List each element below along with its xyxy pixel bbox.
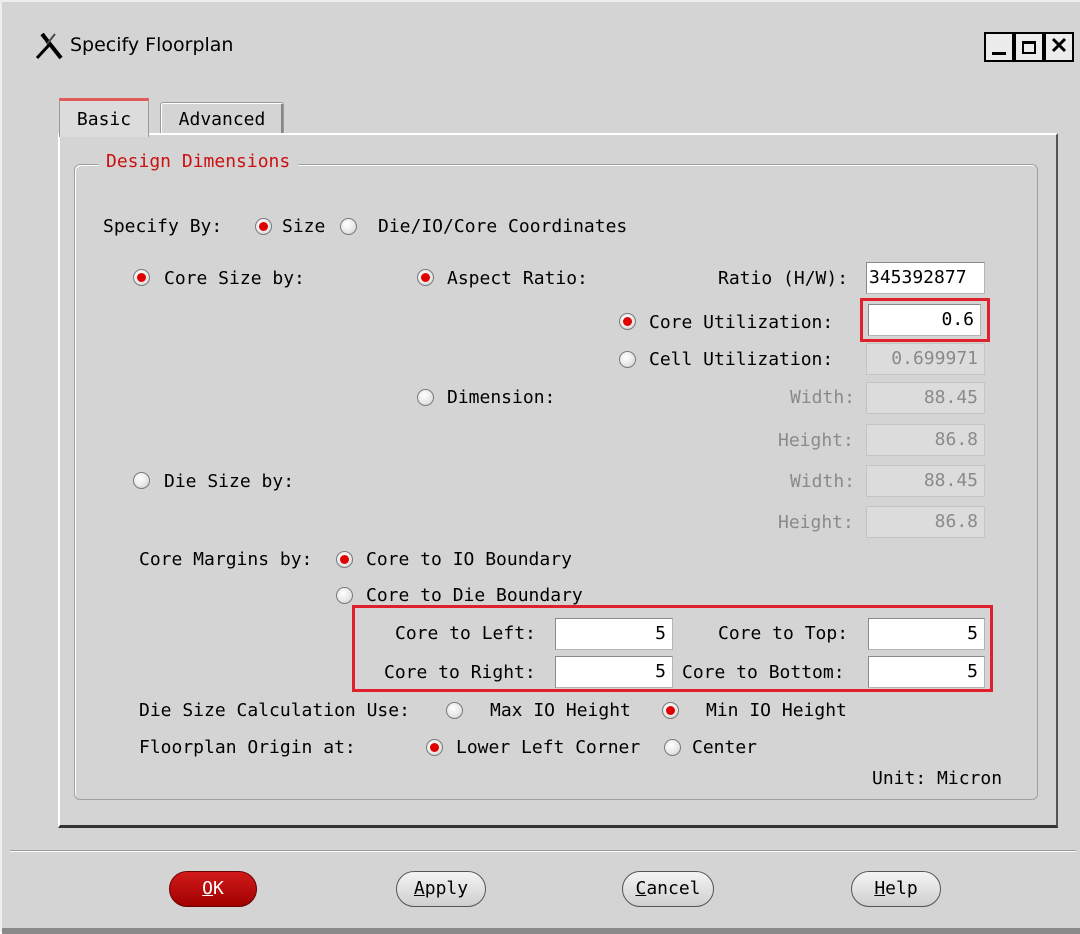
- button-separator: [10, 850, 1076, 852]
- die-size-by-label[interactable]: Die Size by:: [164, 471, 294, 493]
- minimize-button[interactable]: [984, 32, 1014, 62]
- core-to-top-input[interactable]: 5: [868, 618, 985, 650]
- dialog-window: Specify Floorplan Basic Advanced Design …: [0, 0, 1080, 934]
- center-radio[interactable]: [664, 739, 681, 756]
- window-title: Specify Floorplan: [70, 34, 234, 56]
- floorplan-origin-label: Floorplan Origin at:: [139, 737, 356, 758]
- tab-basic-label: Basic: [76, 109, 132, 130]
- cell-utilization-radio[interactable]: [619, 351, 636, 368]
- cell-utilization-label[interactable]: Cell Utilization:: [649, 349, 833, 371]
- dimension-height-input[interactable]: 86.8: [866, 424, 985, 456]
- aspect-ratio-label[interactable]: Aspect Ratio:: [447, 268, 588, 290]
- die-size-by-radio[interactable]: [133, 472, 150, 489]
- tab-advanced[interactable]: Advanced: [160, 102, 284, 135]
- die-width-input[interactable]: 88.45: [866, 465, 985, 497]
- close-icon: [1051, 37, 1067, 58]
- min-io-height-radio[interactable]: [662, 702, 679, 719]
- core-to-right-input[interactable]: 5: [555, 656, 673, 688]
- help-button[interactable]: Help: [851, 871, 941, 907]
- core-margins-label: Core Margins by:: [139, 549, 313, 570]
- max-io-height-radio[interactable]: [446, 702, 463, 719]
- specify-by-label: Specify By:: [103, 216, 223, 237]
- core-to-io-label[interactable]: Core to IO Boundary: [366, 549, 572, 571]
- dimension-width-label: Width:: [790, 387, 856, 408]
- title-bar[interactable]: Specify Floorplan: [10, 10, 1074, 82]
- specify-by-coordinates-radio[interactable]: [340, 218, 357, 235]
- core-utilization-radio[interactable]: [619, 313, 636, 330]
- core-to-bottom-input[interactable]: 5: [868, 656, 985, 688]
- specify-by-size-label[interactable]: Size: [282, 216, 325, 238]
- close-button[interactable]: [1044, 32, 1074, 62]
- core-to-die-label[interactable]: Core to Die Boundary: [366, 585, 583, 607]
- center-label[interactable]: Center: [692, 737, 757, 759]
- die-size-calc-label: Die Size Calculation Use:: [139, 700, 410, 721]
- window-bottom-edge: [2, 928, 1080, 934]
- core-size-by-label[interactable]: Core Size by:: [164, 268, 305, 290]
- cancel-button[interactable]: Cancel: [622, 871, 714, 907]
- ratio-label: Ratio (H/W):: [718, 268, 849, 289]
- group-title: Design Dimensions: [98, 151, 299, 172]
- specify-by-coordinates-label[interactable]: Die/IO/Core Coordinates: [378, 216, 627, 238]
- x-logo-icon: [34, 31, 64, 61]
- ok-button[interactable]: OK: [169, 871, 257, 907]
- max-io-height-label[interactable]: Max IO Height: [490, 700, 631, 722]
- die-height-label: Height:: [778, 512, 854, 533]
- dimension-radio[interactable]: [417, 389, 434, 406]
- die-width-label: Width:: [790, 471, 856, 492]
- minimize-icon: [992, 51, 1006, 55]
- core-to-top-label: Core to Top:: [718, 623, 849, 644]
- core-utilization-input[interactable]: 0.6: [868, 304, 981, 336]
- maximize-button[interactable]: [1014, 32, 1044, 62]
- core-to-left-input[interactable]: 5: [555, 618, 673, 650]
- core-to-right-label: Core to Right:: [384, 662, 536, 683]
- apply-button[interactable]: Apply: [396, 871, 486, 907]
- core-to-left-label: Core to Left:: [395, 623, 536, 644]
- ratio-input[interactable]: 345392877: [866, 262, 985, 294]
- die-height-input[interactable]: 86.8: [866, 506, 985, 538]
- specify-by-size-radio[interactable]: [255, 218, 272, 235]
- min-io-height-label[interactable]: Min IO Height: [706, 700, 847, 722]
- aspect-ratio-radio[interactable]: [417, 269, 434, 286]
- core-utilization-label[interactable]: Core Utilization:: [649, 312, 833, 334]
- dimension-label[interactable]: Dimension:: [447, 387, 555, 409]
- core-size-by-radio[interactable]: [133, 269, 150, 286]
- lower-left-corner-radio[interactable]: [426, 739, 443, 756]
- core-to-bottom-label: Core to Bottom:: [682, 662, 845, 683]
- core-to-die-radio[interactable]: [336, 587, 353, 604]
- lower-left-corner-label[interactable]: Lower Left Corner: [456, 737, 640, 759]
- maximize-icon: [1022, 40, 1036, 54]
- cell-utilization-input[interactable]: 0.699971: [866, 343, 985, 375]
- tab-basic[interactable]: Basic: [59, 98, 149, 137]
- core-to-io-radio[interactable]: [336, 551, 353, 568]
- unit-label: Unit: Micron: [872, 768, 1003, 789]
- tab-advanced-label: Advanced: [178, 109, 266, 130]
- dimension-width-input[interactable]: 88.45: [866, 382, 985, 414]
- dimension-height-label: Height:: [778, 430, 854, 451]
